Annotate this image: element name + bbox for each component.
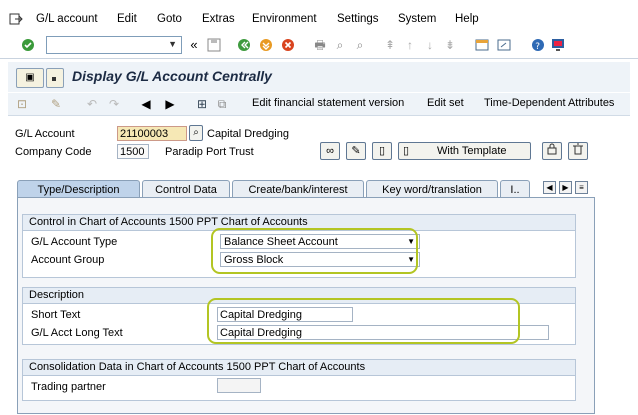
cancel-icon[interactable] [280,37,296,53]
enter-icon[interactable] [20,37,36,53]
trading-partner-field[interactable] [217,378,261,393]
company-code-field[interactable]: 1500 [117,144,149,159]
trading-partner-label: Trading partner [31,381,106,393]
menu-system[interactable]: System [398,13,436,25]
account-group-label: Account Group [31,254,105,266]
find-next-icon[interactable]: ⌕ [352,37,368,53]
svg-text:?: ? [535,42,540,52]
tab-scroll-right-icon[interactable]: ▶ [559,181,572,194]
standard-toolbar: ▼ « 🖶 ⌕ ⌕ ⇞ ↑ ↓ ⇟ ? [0,32,638,59]
undo-icon[interactable]: ↶ [84,96,100,112]
tab-key-word-translation[interactable]: Key word/translation [366,180,498,198]
customize-layout-icon[interactable] [550,37,566,53]
previous-page-icon[interactable]: ↑ [402,37,418,53]
gl-account-label: G/L Account [15,128,75,140]
last-page-icon[interactable]: ⇟ [442,37,458,53]
menu-settings[interactable]: Settings [337,13,379,25]
with-template-button[interactable]: ▯ With Template [398,142,531,160]
find-icon[interactable]: ⌕ [332,37,348,53]
previous-icon[interactable]: ◀ [138,96,154,112]
menu-bar: G/L account Edit Goto Extras Environment… [0,8,638,30]
highlight-box-description [207,298,520,344]
tab-scroll-left-icon[interactable]: ◀ [543,181,556,194]
chart-of-accounts-icon[interactable]: ⊞ [194,96,210,112]
application-toolbar: ⊡ ✎ ↶ ↷ ◀ ▶ ⊞ ⧉ Edit financial statement… [8,93,630,116]
menu-help[interactable]: Help [455,13,479,25]
tab-more[interactable]: I.. [500,180,530,198]
lock-icon[interactable] [542,142,562,160]
title-bar: ▣ Display G/L Account Centrally [8,62,630,92]
with-template-label: With Template [437,145,507,157]
gl-account-field[interactable]: 21100003 [117,126,187,141]
save-icon[interactable] [206,37,222,53]
company-name: Paradip Port Trust [165,146,254,158]
glasses-display-icon[interactable]: ∞ [320,142,340,160]
edit-fs-version-button[interactable]: Edit financial statement version [252,97,404,109]
gl-account-type-label: G/L Account Type [31,236,118,248]
tab-control-data[interactable]: Control Data [142,180,230,198]
other-account-icon[interactable]: ⊡ [14,96,30,112]
create-document-icon[interactable]: ▯ [372,142,392,160]
delete-trash-icon[interactable] [568,142,588,160]
tab-create-bank-interest[interactable]: Create/bank/interest [232,180,364,198]
next-page-icon[interactable]: ↓ [422,37,438,53]
menu-gl-account[interactable]: G/L account [36,13,98,25]
exit-icon[interactable] [258,37,274,53]
command-field[interactable]: ▼ [46,36,182,54]
tab-type-description[interactable]: Type/Description [17,180,140,198]
menu-extras[interactable]: Extras [202,13,235,25]
edit-pencil-icon[interactable]: ✎ [346,142,366,160]
first-page-icon[interactable]: ⇞ [382,37,398,53]
highlight-box-control [211,228,418,274]
search-help-icon[interactable]: ⌕ [189,125,203,141]
gl-account-description: Capital Dredging [207,128,289,140]
consolidation-group: Consolidation Data in Chart of Accounts … [22,359,576,401]
help-icon[interactable]: ? [530,37,546,53]
company-code-label: Company Code [15,146,92,158]
time-dependent-attributes-button[interactable]: Time-Dependent Attributes [484,97,614,109]
redo-icon[interactable]: ↷ [106,96,122,112]
back-icon[interactable] [236,37,252,53]
menu-icon[interactable]: ▣ [16,68,44,88]
display-change-icon[interactable]: ✎ [48,96,64,112]
shortcut-icon[interactable] [496,37,512,53]
page-title: Display G/L Account Centrally [72,68,272,84]
tab-list-icon[interactable]: ≡ [575,181,588,194]
menu-goto[interactable]: Goto [157,13,182,25]
collapse-icon[interactable]: « [186,37,202,53]
short-text-label: Short Text [31,309,81,321]
consolidation-group-title: Consolidation Data in Chart of Accounts … [23,360,575,376]
next-icon[interactable]: ▶ [162,96,178,112]
menu-edit[interactable]: Edit [117,13,137,25]
where-used-icon[interactable]: ⧉ [214,96,230,112]
create-session-icon[interactable] [474,37,490,53]
long-text-label: G/L Acct Long Text [31,327,123,339]
menu-dropdown-icon[interactable] [46,68,64,88]
command-dropdown-icon[interactable]: ▼ [168,39,177,49]
menu-exit-icon[interactable] [8,11,24,27]
menu-environment[interactable]: Environment [252,13,317,25]
print-icon[interactable]: 🖶 [312,37,328,53]
template-document-icon: ▯ [403,145,410,157]
edit-set-button[interactable]: Edit set [427,97,464,109]
